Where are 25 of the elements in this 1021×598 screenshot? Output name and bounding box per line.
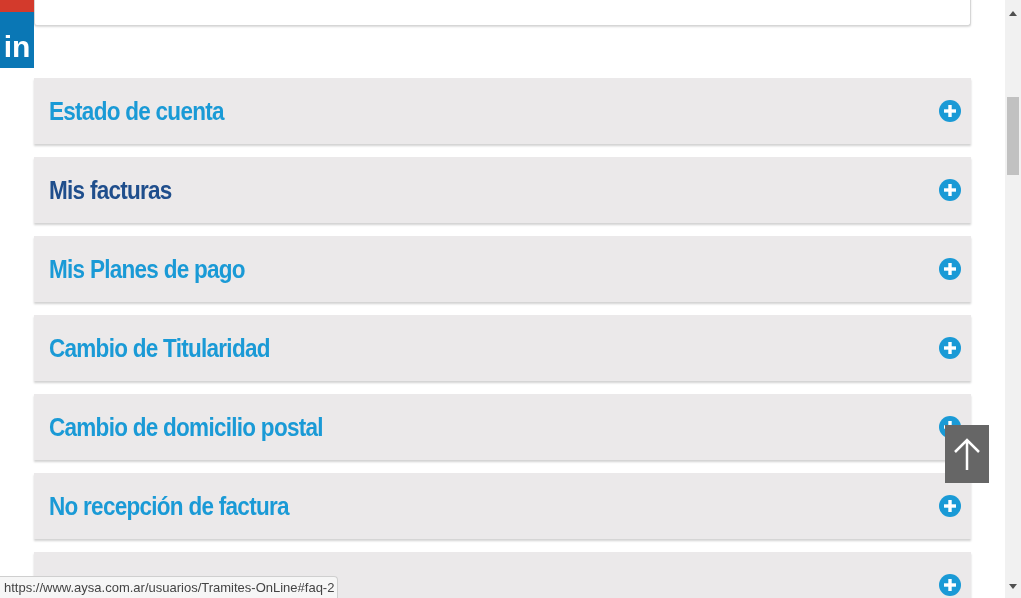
accordion-title: Mis Planes de pago (49, 254, 245, 284)
accordion-item[interactable]: Mis Planes de pago (34, 236, 971, 302)
plus-icon (939, 574, 961, 596)
accordion-title: Cambio de Titularidad (49, 333, 270, 363)
accordion-item[interactable]: Estado de cuenta (34, 78, 971, 144)
accordion-item[interactable]: Cambio de domicilio postal (34, 394, 971, 460)
accordion-item[interactable]: Mis facturas (34, 157, 971, 223)
scroll-down-icon[interactable] (1009, 582, 1017, 590)
arrow-up-icon (952, 436, 982, 472)
scrollbar-thumb[interactable] (1007, 97, 1019, 175)
plus-icon (939, 337, 961, 359)
scroll-up-icon[interactable] (1009, 10, 1017, 18)
plus-icon (939, 258, 961, 280)
linkedin-link[interactable]: in (0, 0, 34, 68)
accordion-title: Estado de cuenta (49, 96, 224, 126)
plus-icon (939, 495, 961, 517)
accordion-title: No recepción de factura (49, 491, 289, 521)
accordion-item[interactable]: No recepción de factura (34, 473, 971, 539)
accordion-title: Cambio de domicilio postal (49, 412, 323, 442)
scroll-top-button[interactable] (945, 425, 989, 483)
accordion-title: Mis facturas (49, 175, 172, 205)
accordion-item[interactable]: Cambio de Titularidad (34, 315, 971, 381)
url-status-tooltip: https://www.aysa.com.ar/usuarios/Tramites-OnLine#faq-2 (0, 576, 338, 598)
plus-icon (939, 179, 961, 201)
plus-icon (939, 100, 961, 122)
